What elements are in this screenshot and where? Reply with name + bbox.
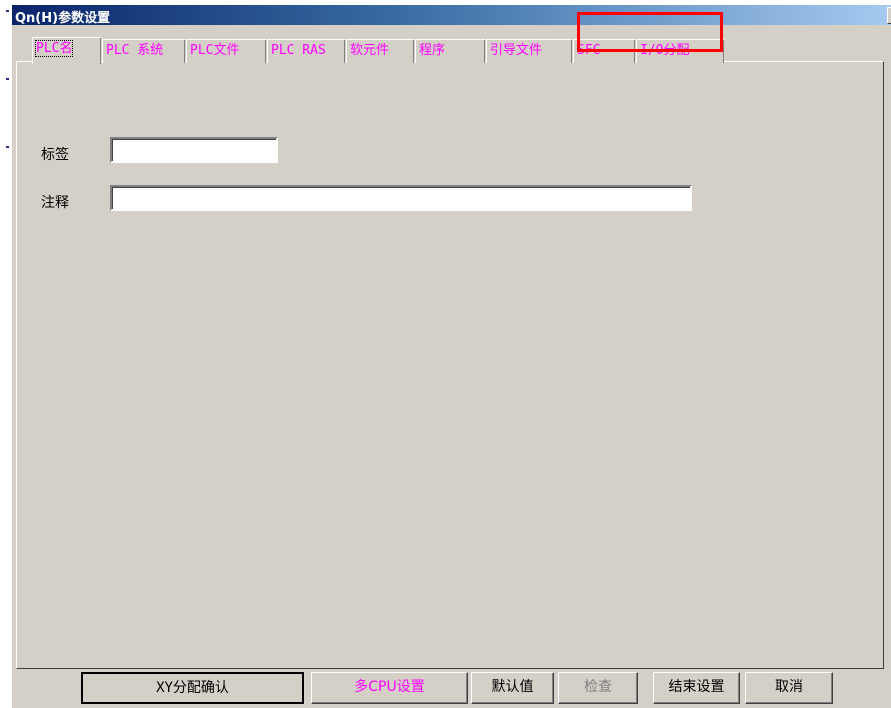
tab-program[interactable]: 程序 [415, 39, 485, 63]
edge-mark [6, 10, 9, 12]
edge-mark [6, 146, 9, 148]
tab-plc-name[interactable]: PLC名 [32, 37, 101, 64]
highlight-rectangle [577, 12, 723, 52]
tab-device[interactable]: 软元件 [346, 39, 414, 63]
comment-field-label: 注释 [41, 195, 69, 211]
tab-strip: PLC名 PLC 系统 PLC文件 PLC RAS 软元件 程序 引导文件 SF… [20, 37, 880, 64]
title-bar[interactable]: Qn(H)参数设置 [12, 5, 891, 26]
default-button[interactable]: 默认值 [471, 672, 554, 704]
check-button: 检查 [558, 672, 638, 704]
params-dialog: Qn(H)参数设置 x 标签 注释 PLC名 PLC 系统 PLC文件 PLC … [12, 5, 891, 708]
xy-assignment-confirm-button[interactable]: XY分配确认 [81, 672, 304, 704]
cancel-button[interactable]: 取消 [745, 672, 833, 704]
edge-mark [6, 78, 9, 80]
tab-plc-file[interactable]: PLC文件 [186, 39, 266, 63]
label-field-label: 标签 [41, 147, 69, 163]
tab-plc-system[interactable]: PLC 系统 [102, 39, 185, 63]
comment-input[interactable] [110, 185, 692, 211]
close-button[interactable]: x [887, 7, 891, 24]
tab-boot-file[interactable]: 引导文件 [486, 39, 572, 63]
finish-settings-button[interactable]: 结束设置 [653, 672, 740, 704]
label-input[interactable] [110, 137, 278, 163]
window-title: Qn(H)参数设置 [15, 11, 111, 26]
multi-cpu-settings-button[interactable]: 多CPU设置 [311, 672, 468, 704]
tab-panel: 标签 注释 [16, 61, 884, 669]
tab-plc-ras[interactable]: PLC RAS [267, 39, 345, 63]
